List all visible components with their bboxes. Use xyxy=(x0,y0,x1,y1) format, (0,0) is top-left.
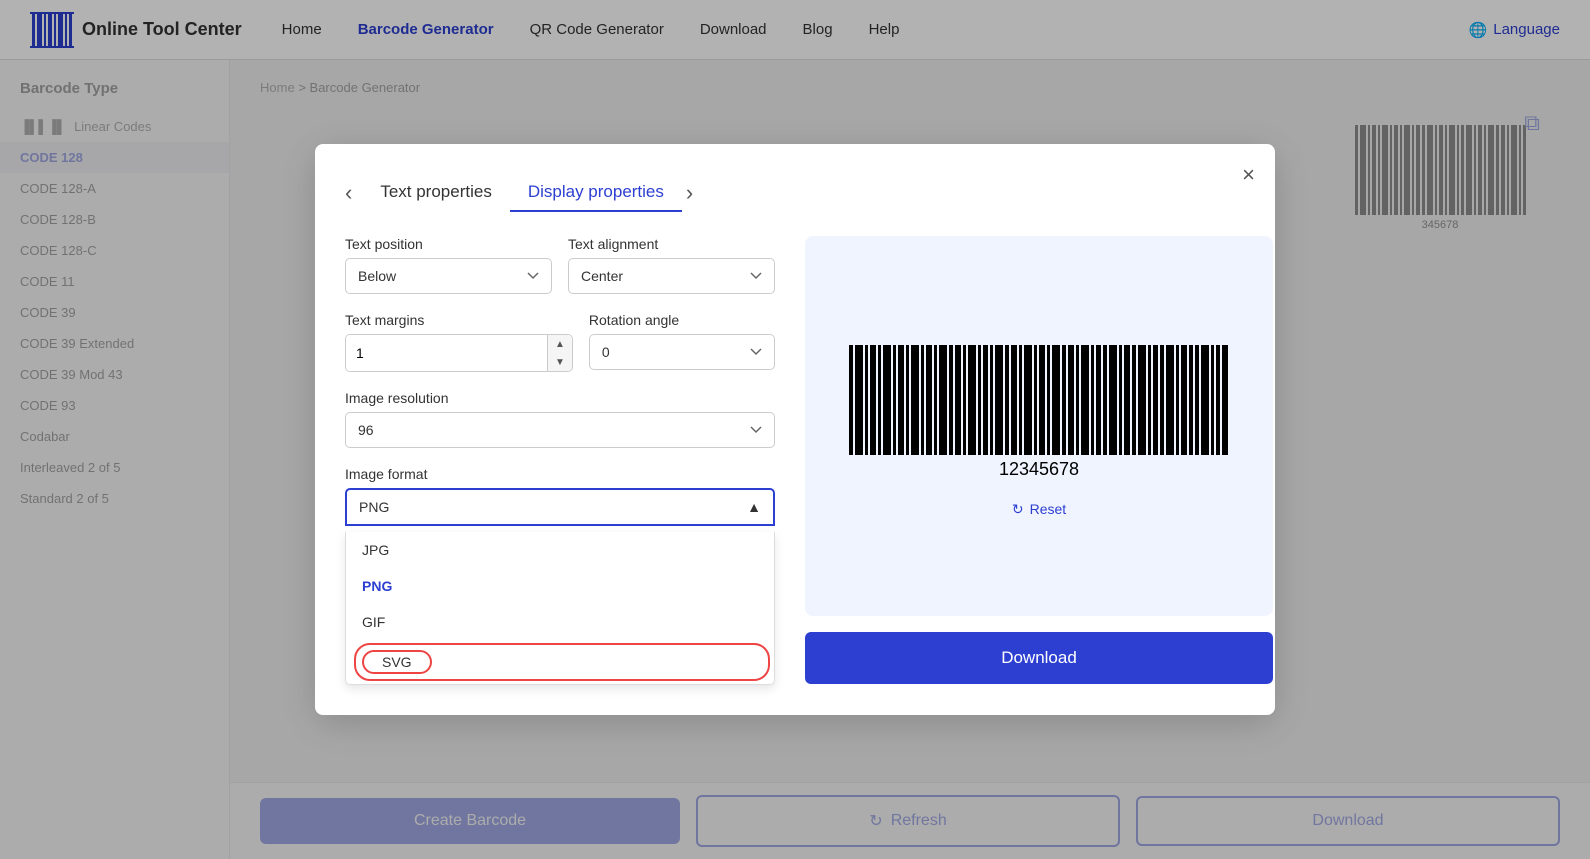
text-margins-spinner: ▲ ▼ xyxy=(345,334,573,372)
text-position-label: Text position xyxy=(345,236,552,252)
format-option-jpg[interactable]: JPG xyxy=(346,532,774,568)
reset-label: Reset xyxy=(1030,501,1067,517)
spinner-down[interactable]: ▼ xyxy=(548,353,572,371)
format-selected-value: PNG xyxy=(359,499,389,515)
modal-dialog: ‹ Text properties Display properties › ×… xyxy=(315,144,1275,715)
format-option-svg[interactable]: SVG xyxy=(346,640,774,684)
reset-icon: ↻ xyxy=(1012,501,1024,518)
svg-option-label: SVG xyxy=(362,650,432,674)
barcode-svg-container: 12345678 xyxy=(829,335,1249,485)
text-margins-input[interactable] xyxy=(346,335,547,371)
barcode-preview-svg: 12345678 xyxy=(829,335,1249,485)
form-group-resolution: Image resolution 72 96 150 300 xyxy=(345,390,775,448)
barcode-preview-box: 12345678 ↻ Reset xyxy=(805,236,1273,616)
modal-preview: 12345678 ↻ Reset Download xyxy=(805,236,1273,685)
form-row-2: Text margins ▲ ▼ Rotation angle 0 xyxy=(345,312,775,372)
rotation-angle-label: Rotation angle xyxy=(589,312,775,328)
form-row-1: Text position Above Below Hidden Text al… xyxy=(345,236,775,294)
reset-button[interactable]: ↻ Reset xyxy=(1012,501,1066,518)
tab-display-properties[interactable]: Display properties xyxy=(510,174,682,212)
modal-close-button[interactable]: × xyxy=(1242,162,1255,188)
format-option-png[interactable]: PNG xyxy=(346,568,774,604)
form-row-3: Image resolution 72 96 150 300 xyxy=(345,390,775,448)
tab-text-properties[interactable]: Text properties xyxy=(362,174,510,212)
form-group-rotation: Rotation angle 0 90 180 270 xyxy=(589,312,775,372)
modal-overlay: ‹ Text properties Display properties › ×… xyxy=(0,0,1590,859)
modal-tabs: ‹ Text properties Display properties › xyxy=(345,174,1245,212)
form-group-text-margins: Text margins ▲ ▼ xyxy=(345,312,573,372)
svg-text:12345678: 12345678 xyxy=(999,459,1079,479)
format-option-gif[interactable]: GIF xyxy=(346,604,774,640)
chevron-up-icon: ▲ xyxy=(747,499,761,515)
text-position-select[interactable]: Above Below Hidden xyxy=(345,258,552,294)
image-resolution-select[interactable]: 72 96 150 300 xyxy=(345,412,775,448)
rotation-angle-select[interactable]: 0 90 180 270 xyxy=(589,334,775,370)
form-group-text-alignment: Text alignment Left Center Right xyxy=(568,236,775,294)
spinner-up[interactable]: ▲ xyxy=(548,335,572,353)
download-button-modal[interactable]: Download xyxy=(805,632,1273,684)
text-alignment-select[interactable]: Left Center Right xyxy=(568,258,775,294)
tab-nav-left[interactable]: ‹ xyxy=(345,180,352,206)
image-resolution-label: Image resolution xyxy=(345,390,775,406)
modal-body: Text position Above Below Hidden Text al… xyxy=(345,236,1245,685)
image-format-label: Image format xyxy=(345,466,775,482)
form-group-text-position: Text position Above Below Hidden xyxy=(345,236,552,294)
format-dropdown: JPG PNG GIF SVG xyxy=(345,532,775,685)
text-margins-label: Text margins xyxy=(345,312,573,328)
text-alignment-label: Text alignment xyxy=(568,236,775,252)
spinner-buttons: ▲ ▼ xyxy=(547,335,572,371)
form-group-format: Image format PNG ▲ JPG PNG GIF SVG xyxy=(345,466,775,685)
modal-form: Text position Above Below Hidden Text al… xyxy=(345,236,775,685)
tab-nav-right[interactable]: › xyxy=(686,180,693,206)
image-format-select[interactable]: PNG ▲ xyxy=(345,488,775,526)
